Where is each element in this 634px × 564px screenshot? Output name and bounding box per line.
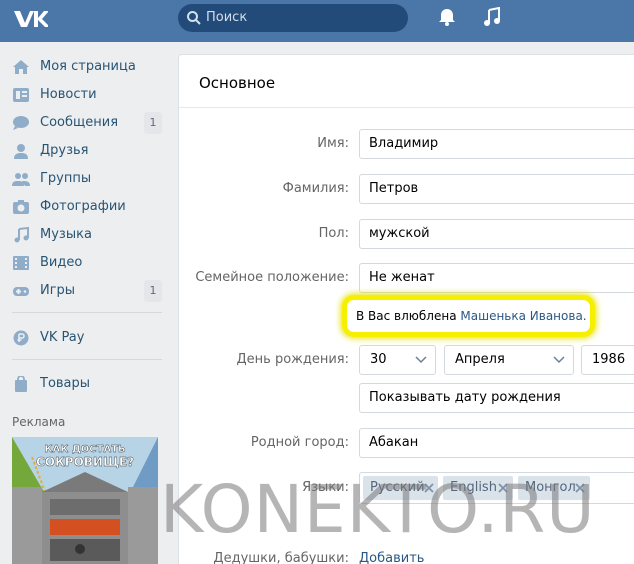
sidebar-item-photos[interactable]: Фотографии [0, 193, 164, 221]
in-love-text: В Вас влюблена [356, 309, 457, 323]
unread-count-badge: 1 [144, 112, 162, 134]
birthday-label: День рождения: [236, 352, 350, 367]
sidebar-item-label: Сообщения [40, 115, 119, 130]
home-icon [13, 60, 29, 74]
sidebar-item-video[interactable]: Видео [0, 249, 164, 277]
first-name-input[interactable]: Владимир [359, 129, 634, 159]
sidebar-item-games[interactable]: Игры 1 [0, 277, 164, 305]
marital-status-label: Семейное положение: [195, 270, 349, 285]
sidebar-divider [12, 312, 162, 313]
marital-status-select[interactable]: Не женат [359, 263, 634, 293]
sidebar-item-label: Фотографии [40, 199, 126, 214]
first-name-label: Имя: [317, 136, 349, 151]
sidebar-item-label: VK Pay [40, 330, 85, 345]
sidebar-item-my-page[interactable]: Моя страница [0, 53, 164, 81]
birth-year-value: 1986 [592, 352, 626, 367]
top-bar: Поиск [0, 0, 634, 42]
search-input[interactable]: Поиск [178, 4, 408, 32]
last-name-input[interactable]: Петров [359, 174, 634, 204]
messages-icon [13, 116, 29, 130]
last-name-label: Фамилия: [282, 181, 349, 196]
birth-day-value: 30 [370, 352, 387, 367]
shopping-bag-icon [15, 376, 27, 392]
ad-label: Реклама [12, 415, 66, 429]
in-love-name-link[interactable]: Машенька Иванова. [460, 309, 586, 323]
sidebar-item-label: Группы [40, 171, 92, 186]
search-placeholder: Поиск [206, 10, 248, 25]
chevron-down-icon [415, 356, 427, 364]
birth-day-select[interactable]: 30 [359, 345, 436, 375]
search-icon [187, 11, 201, 25]
watermark: KONEKTO.RU [160, 471, 596, 548]
birth-month-value: Апреля [455, 352, 505, 367]
section-divider [179, 107, 634, 108]
music-icon[interactable] [483, 7, 501, 27]
groups-icon [12, 173, 30, 186]
ad-text-line-2: СОКРОВИЩЕ? [36, 455, 134, 469]
section-title: Основное [199, 74, 276, 92]
camera-icon [13, 200, 29, 214]
sidebar-item-label: Музыка [40, 227, 92, 242]
birth-month-select[interactable]: Апреля [444, 345, 574, 375]
news-icon [13, 88, 29, 102]
sidebar-item-vkpay[interactable]: VK Pay [0, 324, 164, 352]
sidebar-item-messages[interactable]: Сообщения 1 [0, 109, 164, 137]
sidebar-item-label: Видео [40, 255, 83, 270]
birthday-visibility-select[interactable]: Показывать дату рождения [359, 383, 634, 413]
sidebar-item-friends[interactable]: Друзья [0, 137, 164, 165]
sex-select[interactable]: мужской [359, 219, 634, 249]
vkpay-icon [13, 330, 29, 346]
sidebar: Моя страница Новости Сообщения 1 Друзья … [0, 42, 170, 564]
sex-label: Пол: [318, 226, 349, 241]
birth-year-select[interactable]: 1986 [581, 345, 634, 375]
sidebar-item-news[interactable]: Новости [0, 81, 164, 109]
hometown-label: Родной город: [250, 435, 349, 450]
sidebar-item-label: Друзья [40, 143, 89, 158]
add-grandparents-link[interactable]: Добавить [359, 551, 424, 564]
vk-logo[interactable] [12, 7, 48, 31]
gamepad-icon [13, 287, 29, 296]
bell-icon[interactable] [437, 7, 457, 27]
in-love-notice-highlight: В Вас влюблена Машенька Иванова. [342, 295, 595, 337]
chevron-down-icon [553, 356, 565, 364]
sidebar-divider [12, 359, 162, 360]
sidebar-item-groups[interactable]: Группы [0, 165, 164, 193]
sidebar-item-goods[interactable]: Товары [0, 370, 164, 398]
friend-icon [14, 144, 28, 159]
sidebar-item-label: Игры [40, 283, 76, 298]
sidebar-item-label: Товары [40, 376, 91, 391]
sidebar-item-label: Моя страница [40, 59, 136, 74]
hometown-input[interactable]: Абакан [359, 428, 634, 458]
video-icon [13, 256, 29, 270]
sidebar-item-label: Новости [40, 87, 97, 102]
sidebar-item-music[interactable]: Музыка [0, 221, 164, 249]
grandparents-label: Дедушки, бабушки: [213, 551, 349, 564]
ad-banner-image[interactable]: КАК ДОСТАТЬ СОКРОВИЩЕ? [12, 437, 158, 564]
in-love-notice: В Вас влюблена Машенька Иванова. [356, 308, 587, 324]
ad-text-line-1: КАК ДОСТАТЬ [44, 444, 125, 455]
music-icon [14, 227, 29, 243]
